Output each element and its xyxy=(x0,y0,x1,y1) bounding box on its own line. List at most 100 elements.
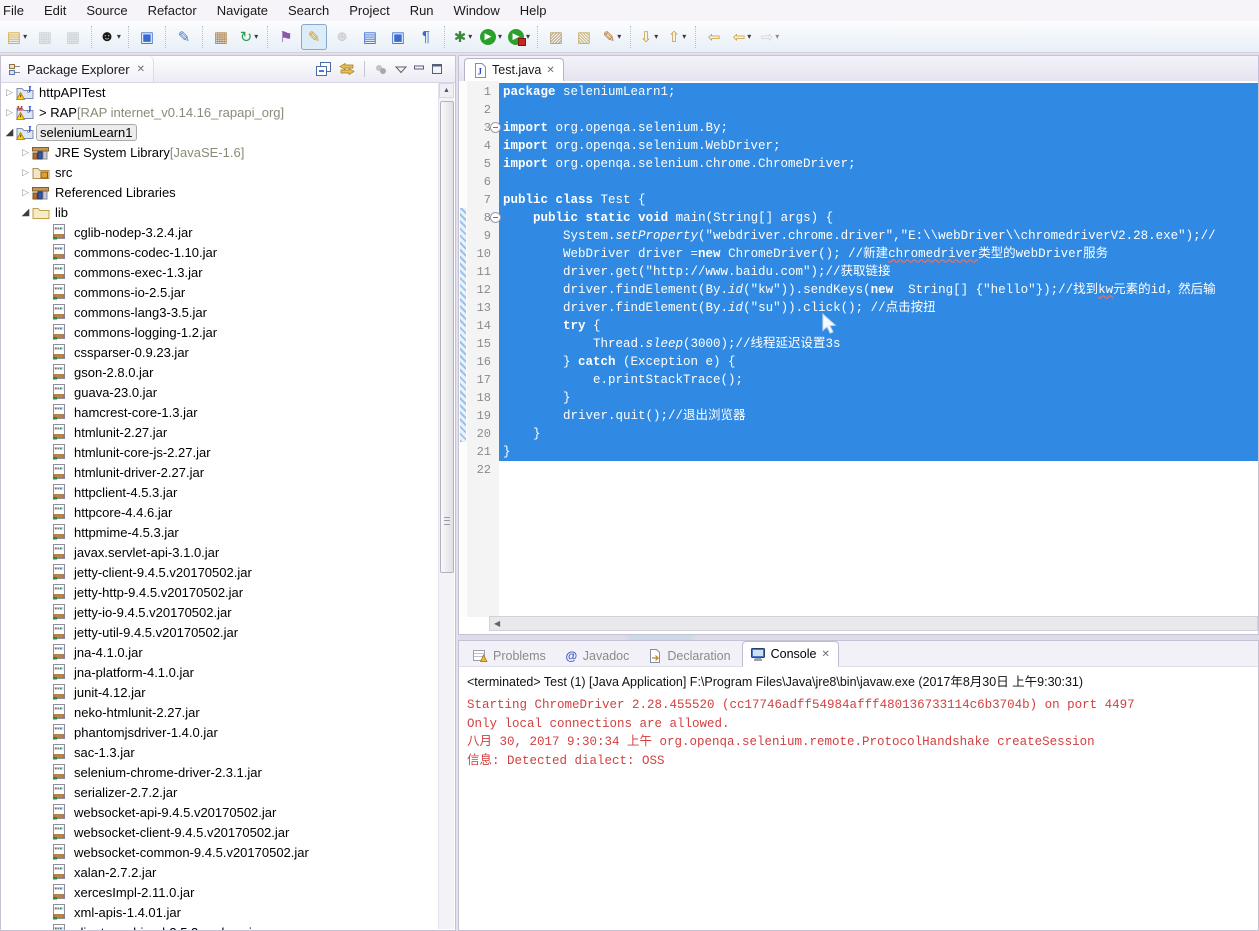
code-line[interactable]: import org.openqa.selenium.chrome.Chrome… xyxy=(499,155,1258,173)
minimize-icon[interactable] xyxy=(414,64,425,74)
run-icon[interactable]: ▶ ▾ xyxy=(478,24,504,50)
scroll-up-icon[interactable]: ▲ xyxy=(439,83,454,98)
tree-item[interactable]: serializer-2.7.2.jar xyxy=(1,782,439,802)
code-line[interactable]: import org.openqa.selenium.By; xyxy=(499,119,1258,137)
back-icon[interactable]: ⇦ ▾ xyxy=(729,24,755,50)
code-line[interactable]: driver.get("http://www.baidu.com");//获取链… xyxy=(499,263,1258,281)
tree-item[interactable]: ▷ JhttpAPITest xyxy=(1,82,439,102)
debug-icon[interactable]: ✱ ▾ xyxy=(450,24,476,50)
editor-tab-testjava[interactable]: J Test.java ✕ xyxy=(464,58,564,81)
code-line[interactable]: } xyxy=(499,443,1258,461)
menu-item-source[interactable]: Source xyxy=(76,1,137,20)
code-line[interactable]: driver.findElement(By.id("kw")).sendKeys… xyxy=(499,281,1258,299)
menu-item-navigate[interactable]: Navigate xyxy=(207,1,278,20)
tree-item[interactable]: httpclient-4.5.3.jar xyxy=(1,482,439,502)
tree-item[interactable]: htmlunit-core-js-2.27.jar xyxy=(1,442,439,462)
tree-item[interactable]: jetty-util-9.4.5.v20170502.jar xyxy=(1,622,439,642)
menu-item-refactor[interactable]: Refactor xyxy=(138,1,207,20)
code-line[interactable]: try { xyxy=(499,317,1258,335)
code-line[interactable]: driver.quit();//退出浏览器 xyxy=(499,407,1258,425)
build-all-icon[interactable]: ▦ xyxy=(208,24,234,50)
open-type-icon[interactable]: ▤ xyxy=(357,24,383,50)
tree-item[interactable]: htmlunit-driver-2.27.jar xyxy=(1,462,439,482)
scrollbar-thumb[interactable] xyxy=(440,101,454,573)
tree-item[interactable]: junit-4.12.jar xyxy=(1,682,439,702)
user-profile-icon[interactable]: ☻ ▾ xyxy=(97,24,123,50)
show-whitespace-icon[interactable]: ¶ xyxy=(413,24,439,50)
tree-item[interactable]: htmlunit-2.27.jar xyxy=(1,422,439,442)
run-external-icon[interactable]: ▶ ▾ xyxy=(506,24,532,50)
last-edit-location-icon[interactable]: ⇦ xyxy=(701,24,727,50)
annotate-pen-icon[interactable]: ✎ ▾ xyxy=(599,24,625,50)
tree-item[interactable]: guava-23.0.jar xyxy=(1,382,439,402)
next-annotation-icon[interactable]: ⇩ ▾ xyxy=(636,24,662,50)
tree-item[interactable]: xercesImpl-2.11.0.jar xyxy=(1,882,439,902)
code-line[interactable]: package seleniumLearn1; xyxy=(499,83,1258,101)
expand-arrow-icon[interactable]: ▷ xyxy=(3,107,16,118)
collapse-arrow-icon[interactable]: ◢ xyxy=(19,207,32,218)
open-console-icon[interactable]: ▣ xyxy=(134,24,160,50)
tree-item[interactable]: commons-logging-1.2.jar xyxy=(1,322,439,342)
tree-item[interactable]: cglib-nodep-3.2.4.jar xyxy=(1,222,439,242)
view-menu-icon[interactable] xyxy=(395,65,407,74)
console-tab-problems[interactable]: Problems xyxy=(465,645,554,666)
tree-item[interactable]: client-combined-3.5.2-nodeps.jar xyxy=(1,922,439,930)
close-icon[interactable]: ✕ xyxy=(137,64,145,75)
tree-item[interactable]: ▷ src xyxy=(1,162,439,182)
menu-item-file[interactable]: File xyxy=(0,1,34,20)
close-icon[interactable]: ✕ xyxy=(546,65,554,76)
code-line[interactable]: driver.findElement(By.id("su")).click();… xyxy=(499,299,1258,317)
tree-item[interactable]: commons-codec-1.10.jar xyxy=(1,242,439,262)
tree-item[interactable]: ▷ M J > RAP [RAP internet_v0.14.16_rapapi_o… xyxy=(1,102,439,122)
menu-item-edit[interactable]: Edit xyxy=(34,1,76,20)
tree-item[interactable]: javax.servlet-api-3.1.0.jar xyxy=(1,542,439,562)
tree-item[interactable]: jetty-http-9.4.5.v20170502.jar xyxy=(1,582,439,602)
tree-item[interactable]: websocket-api-9.4.5.v20170502.jar xyxy=(1,802,439,822)
link-with-editor-icon[interactable] xyxy=(339,62,355,76)
tree-item[interactable]: jna-platform-4.1.0.jar xyxy=(1,662,439,682)
code-line[interactable]: public static void main(String[] args) { xyxy=(499,209,1258,227)
package-explorer-scrollbar[interactable]: ▲ xyxy=(438,83,454,929)
code-line[interactable]: import org.openqa.selenium.WebDriver; xyxy=(499,137,1258,155)
tree-item[interactable]: commons-lang3-3.5.jar xyxy=(1,302,439,322)
expand-arrow-icon[interactable]: ▷ xyxy=(3,87,16,98)
tree-item[interactable]: sac-1.3.jar xyxy=(1,742,439,762)
open-folder-icon[interactable]: ▨ xyxy=(543,24,569,50)
code-line[interactable]: public class Test { xyxy=(499,191,1258,209)
console-tab-javadoc[interactable]: @ Javadoc xyxy=(557,645,638,666)
code-editor[interactable]: 1 2 3 4 5 6 7 8 9 10 11 12 13 14 15 16 17 18 19 20 21 22 pack… xyxy=(459,81,1258,617)
expand-arrow-icon[interactable]: ▷ xyxy=(19,147,32,158)
tree-item[interactable]: ◢ lib xyxy=(1,202,439,222)
tree-item[interactable]: xml-apis-1.4.01.jar xyxy=(1,902,439,922)
watchpoint-flag-icon[interactable]: ⚑ xyxy=(273,24,299,50)
tree-item[interactable]: jetty-io-9.4.5.v20170502.jar xyxy=(1,602,439,622)
tree-item[interactable]: xalan-2.7.2.jar xyxy=(1,862,439,882)
tree-item[interactable]: ▷ Referenced Libraries xyxy=(1,182,439,202)
tree-item[interactable]: selenium-chrome-driver-2.3.1.jar xyxy=(1,762,439,782)
tree-item[interactable]: commons-io-2.5.jar xyxy=(1,282,439,302)
tree-item[interactable]: gson-2.8.0.jar xyxy=(1,362,439,382)
collapse-arrow-icon[interactable]: ◢ xyxy=(3,127,16,138)
menu-item-search[interactable]: Search xyxy=(278,1,339,20)
editor-horizontal-scrollbar[interactable]: ◀ xyxy=(489,616,1258,631)
open-archive-icon[interactable]: ▧ xyxy=(571,24,597,50)
code-line[interactable]: } xyxy=(499,425,1258,443)
fold-collapse-icon[interactable] xyxy=(490,122,501,133)
previous-annotation-icon[interactable]: ⇧ ▾ xyxy=(664,24,690,50)
code-line[interactable]: } catch (Exception e) { xyxy=(499,353,1258,371)
tree-item[interactable]: hamcrest-core-1.3.jar xyxy=(1,402,439,422)
code-line[interactable]: } xyxy=(499,389,1258,407)
focus-task-icon[interactable] xyxy=(374,63,388,76)
menu-item-run[interactable]: Run xyxy=(400,1,444,20)
open-resource-icon[interactable]: ▣ xyxy=(385,24,411,50)
tree-item[interactable]: jetty-client-9.4.5.v20170502.jar xyxy=(1,562,439,582)
code-line[interactable]: WebDriver driver =new ChromeDriver(); //… xyxy=(499,245,1258,263)
package-explorer-view-tab[interactable]: Package Explorer ✕ xyxy=(1,56,155,82)
menu-item-help[interactable]: Help xyxy=(510,1,557,20)
console-tab-console[interactable]: Console ✕ xyxy=(741,641,839,667)
code-line[interactable] xyxy=(499,101,1258,119)
close-icon[interactable]: ✕ xyxy=(821,649,829,660)
update-project-icon[interactable]: ↻ ▾ xyxy=(236,24,262,50)
tree-item[interactable]: jna-4.1.0.jar xyxy=(1,642,439,662)
expand-arrow-icon[interactable]: ▷ xyxy=(19,167,32,178)
